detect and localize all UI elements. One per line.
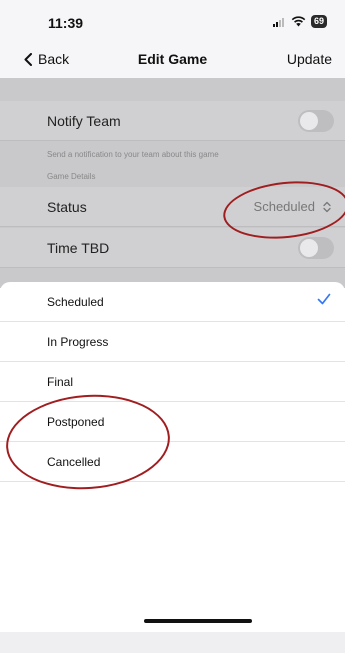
option-label: Postponed [47,415,105,429]
clock: 11:39 [48,15,84,31]
home-indicator[interactable] [144,619,252,623]
option-label: Cancelled [47,455,101,469]
notify-team-row[interactable]: Notify Team [0,101,345,141]
status-picker-sheet: Scheduled In Progress Final Postponed Ca… [0,282,345,637]
back-button[interactable]: Back [24,51,69,67]
time-tbd-row[interactable]: Time TBD [0,228,345,268]
status-bar: 11:39 69 [0,0,345,40]
system-icons: 69 [272,15,327,28]
bottom-safe-area [0,632,345,653]
cellular-signal-icon [272,17,284,27]
option-in-progress[interactable]: In Progress [0,322,345,362]
notify-team-toggle[interactable] [298,110,334,132]
section-caption: Game Details [47,172,96,181]
status-value[interactable]: Scheduled [254,199,331,214]
wifi-icon [291,16,306,27]
time-tbd-toggle[interactable] [298,237,334,259]
notify-team-label: Notify Team [47,113,121,129]
toggle-knob [300,239,318,257]
checkmark-icon [317,293,331,305]
option-label: Final [47,375,74,389]
chevron-left-icon [24,52,32,66]
navigation-bar: Back Edit Game Update [0,40,345,78]
option-label: In Progress [47,335,109,349]
time-tbd-label: Time TBD [47,240,110,256]
status-label: Status [47,199,87,215]
notify-caption: Send a notification to your team about t… [47,150,219,159]
status-row[interactable]: Status Scheduled [0,187,345,227]
up-down-chevron-icon [323,201,331,212]
option-label: Scheduled [47,295,104,309]
battery-icon: 69 [310,15,327,28]
back-label: Back [38,51,70,67]
option-postponed[interactable]: Postponed [0,402,345,442]
status-value-text: Scheduled [253,199,315,214]
toggle-knob [300,112,318,130]
option-scheduled[interactable]: Scheduled [0,282,345,322]
form-background: Notify Team Send a notification to your … [0,78,345,288]
update-button[interactable]: Update [287,51,332,67]
option-final[interactable]: Final [0,362,345,402]
option-cancelled[interactable]: Cancelled [0,442,345,482]
